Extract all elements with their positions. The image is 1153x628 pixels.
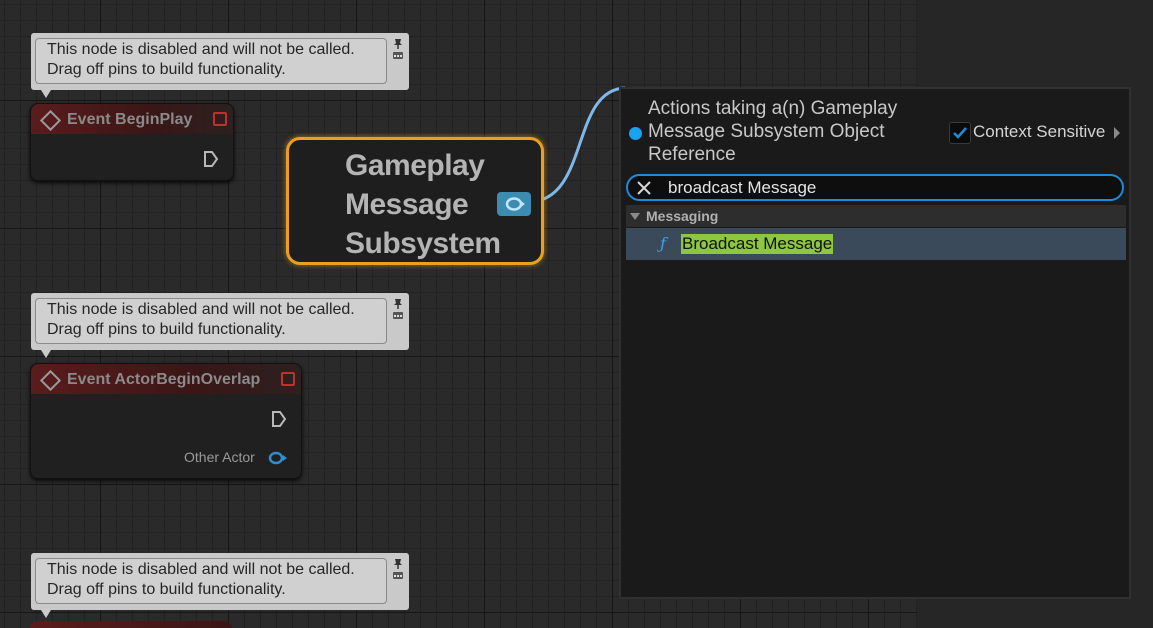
- event-actorbeginoverlap-node[interactable]: Event ActorBeginOverlap Other Actor: [30, 363, 302, 479]
- comment-line: This node is disabled and will not be ca…: [47, 41, 355, 58]
- pin-icon[interactable]: [392, 558, 404, 580]
- category-label: Messaging: [646, 208, 719, 224]
- node-title-line: Subsystem: [345, 227, 501, 260]
- search-box[interactable]: [626, 174, 1124, 201]
- comment-line: Drag off pins to build functionality.: [47, 321, 286, 338]
- exec-output-pin-icon[interactable]: [271, 410, 287, 428]
- bubble-tail: [41, 610, 51, 618]
- results-list: Messaging ƒ Broadcast Message: [626, 205, 1126, 260]
- object-output-pin[interactable]: [497, 192, 531, 216]
- node-title: Event ActorBeginOverlap: [67, 371, 261, 388]
- gameplay-message-subsystem-node[interactable]: Gameplay Message Subsystem: [286, 137, 544, 265]
- comment-line: This node is disabled and will not be ca…: [47, 301, 355, 318]
- node-title: Gameplay Message Subsystem: [345, 146, 515, 263]
- header-line: Message Subsystem Object: [648, 121, 885, 142]
- pin-label: Other Actor: [184, 449, 255, 465]
- header-line: Actions taking a(n) Gameplay: [648, 98, 898, 119]
- comment-line: This node is disabled and will not be ca…: [47, 561, 355, 578]
- action-menu-header: Actions taking a(n) Gameplay Message Sub…: [648, 97, 938, 166]
- object-pin-icon: [505, 197, 525, 211]
- node-title-line: Gameplay: [345, 149, 485, 182]
- result-label: Broadcast Message: [681, 234, 834, 254]
- category-messaging[interactable]: Messaging: [626, 205, 1126, 227]
- node-title: Event BeginPlay: [67, 111, 193, 128]
- context-sensitive-checkbox[interactable]: [949, 122, 971, 144]
- bubble-tail: [41, 90, 51, 98]
- disabled-comment-bubble: This node is disabled and will not be ca…: [31, 293, 409, 358]
- delegate-pin-icon[interactable]: [281, 372, 295, 386]
- disabled-comment-bubble: This node is disabled and will not be ca…: [31, 553, 409, 618]
- search-input[interactable]: [668, 177, 1108, 198]
- result-item-broadcast-message[interactable]: ƒ Broadcast Message: [626, 228, 1126, 260]
- clear-search-icon[interactable]: [635, 179, 653, 197]
- bubble-tail: [41, 350, 51, 358]
- pin-icon[interactable]: [392, 38, 404, 60]
- object-type-icon: [629, 127, 642, 140]
- disabled-comment-bubble: This node is disabled and will not be ca…: [31, 33, 409, 98]
- node-title-line: Message: [345, 188, 469, 221]
- delegate-pin-icon[interactable]: [213, 112, 227, 126]
- expand-arrow-icon[interactable]: [1114, 127, 1120, 139]
- event-node-partial[interactable]: [30, 621, 232, 628]
- action-menu: Actions taking a(n) Gameplay Message Sub…: [619, 87, 1131, 599]
- object-pin-icon[interactable]: [267, 450, 289, 466]
- pin-icon[interactable]: [392, 298, 404, 320]
- context-sensitive-label[interactable]: Context Sensitive: [973, 122, 1105, 142]
- checkmark-icon: [953, 127, 967, 139]
- collapse-arrow-icon[interactable]: [630, 213, 640, 220]
- comment-line: Drag off pins to build functionality.: [47, 581, 286, 598]
- exec-output-pin-icon[interactable]: [203, 150, 219, 168]
- event-beginplay-node[interactable]: Event BeginPlay: [30, 103, 234, 181]
- comment-line: Drag off pins to build functionality.: [47, 61, 286, 78]
- function-icon: ƒ: [660, 234, 666, 253]
- header-line: Reference: [648, 144, 736, 165]
